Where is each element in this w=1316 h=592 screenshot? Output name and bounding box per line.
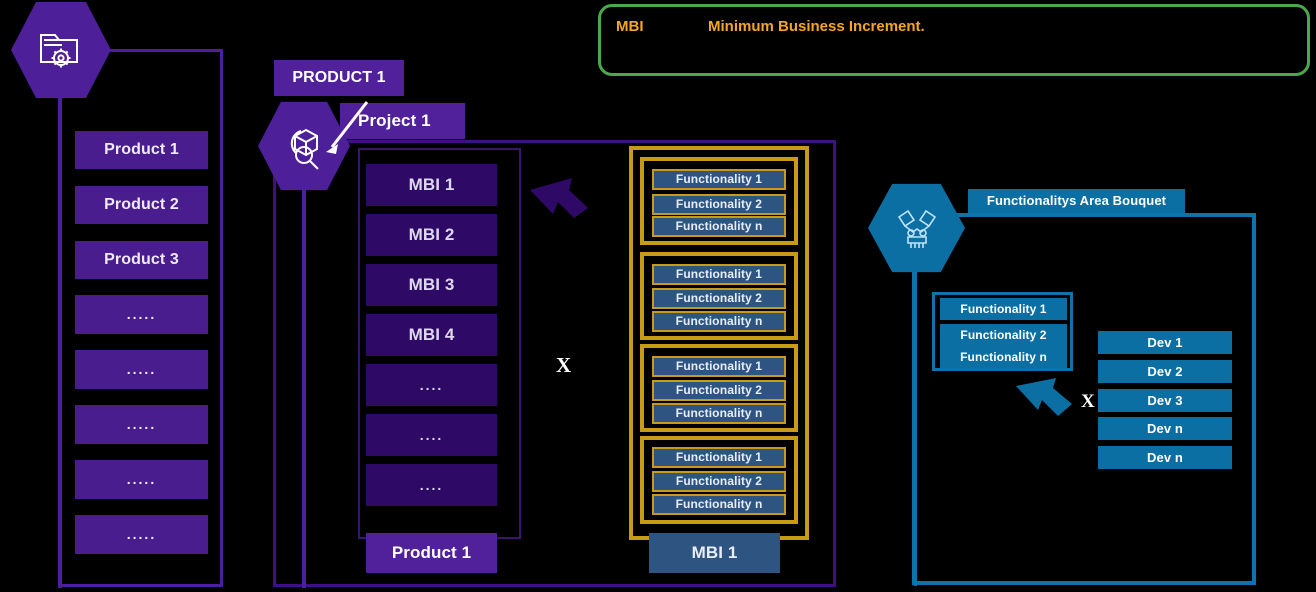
list-item[interactable]: Functionality 1 <box>652 264 786 285</box>
list-item[interactable]: Functionality 1 <box>940 298 1067 320</box>
list-item[interactable]: Functionality n <box>652 403 786 424</box>
list-item[interactable]: Functionality 2 <box>652 194 786 215</box>
list-item[interactable]: Functionality 2 <box>652 288 786 309</box>
diagram-canvas: MBI Minimum Business Increment. Product … <box>0 0 1316 592</box>
list-item[interactable]: Dev 1 <box>1098 331 1232 354</box>
bouquet-header-label: Functionalitys Area Bouquet <box>968 189 1185 213</box>
folder-gear-icon <box>40 34 78 68</box>
list-item[interactable]: Functionality 1 <box>652 447 786 468</box>
list-item[interactable]: Functionality 2 <box>940 324 1067 346</box>
list-item[interactable]: Functionality 2 <box>652 471 786 492</box>
list-item[interactable]: Dev n <box>1098 446 1232 469</box>
project-stem <box>302 180 306 588</box>
arrow-right-down-icon <box>530 178 588 218</box>
list-item[interactable]: Product 2 <box>75 186 208 224</box>
list-item[interactable]: ..... <box>75 350 208 389</box>
list-item[interactable]: ..... <box>75 405 208 444</box>
list-item[interactable]: ..... <box>75 515 208 554</box>
list-item[interactable]: MBI 3 <box>366 264 497 306</box>
list-item[interactable]: .... <box>366 364 497 406</box>
list-item[interactable]: Functionality n <box>652 311 786 332</box>
list-item[interactable]: ..... <box>75 295 208 334</box>
list-item[interactable]: Dev 3 <box>1098 389 1232 412</box>
list-item[interactable]: MBI 1 <box>366 164 497 206</box>
list-item[interactable]: Dev n <box>1098 417 1232 440</box>
legend-expansion: Minimum Business Increment. <box>708 18 925 35</box>
list-item[interactable]: Product 1 <box>75 131 208 169</box>
mbi-column-footer: Product 1 <box>366 533 497 573</box>
list-item[interactable]: Functionality 1 <box>652 356 786 377</box>
robot-handshake-icon <box>897 209 936 248</box>
legend-box <box>598 4 1310 76</box>
bouquet-stem <box>914 250 917 586</box>
multiplier-symbol: X <box>1081 391 1095 412</box>
list-item[interactable]: Functionality 2 <box>652 380 786 401</box>
product-1-label: PRODUCT 1 <box>274 60 404 96</box>
project-connector-arrow <box>326 101 369 154</box>
list-item[interactable]: .... <box>366 414 497 456</box>
product-column-stem <box>58 92 62 588</box>
list-item[interactable]: Functionality n <box>652 494 786 515</box>
list-item[interactable]: .... <box>366 464 497 506</box>
list-item[interactable]: MBI 4 <box>366 314 497 356</box>
list-item[interactable]: Functionality 1 <box>652 169 786 190</box>
multiplier-symbol: X <box>556 353 572 377</box>
functionality-footer: MBI 1 <box>649 533 780 573</box>
list-item[interactable]: Dev 2 <box>1098 360 1232 383</box>
arrow-right-down-icon <box>1016 378 1072 416</box>
list-item[interactable]: Functionality n <box>652 216 786 237</box>
list-item[interactable]: Product 3 <box>75 241 208 279</box>
legend-abbr: MBI <box>616 18 644 35</box>
list-item[interactable]: Functionality n <box>940 346 1067 368</box>
list-item[interactable]: ..... <box>75 460 208 499</box>
list-item[interactable]: MBI 2 <box>366 214 497 256</box>
